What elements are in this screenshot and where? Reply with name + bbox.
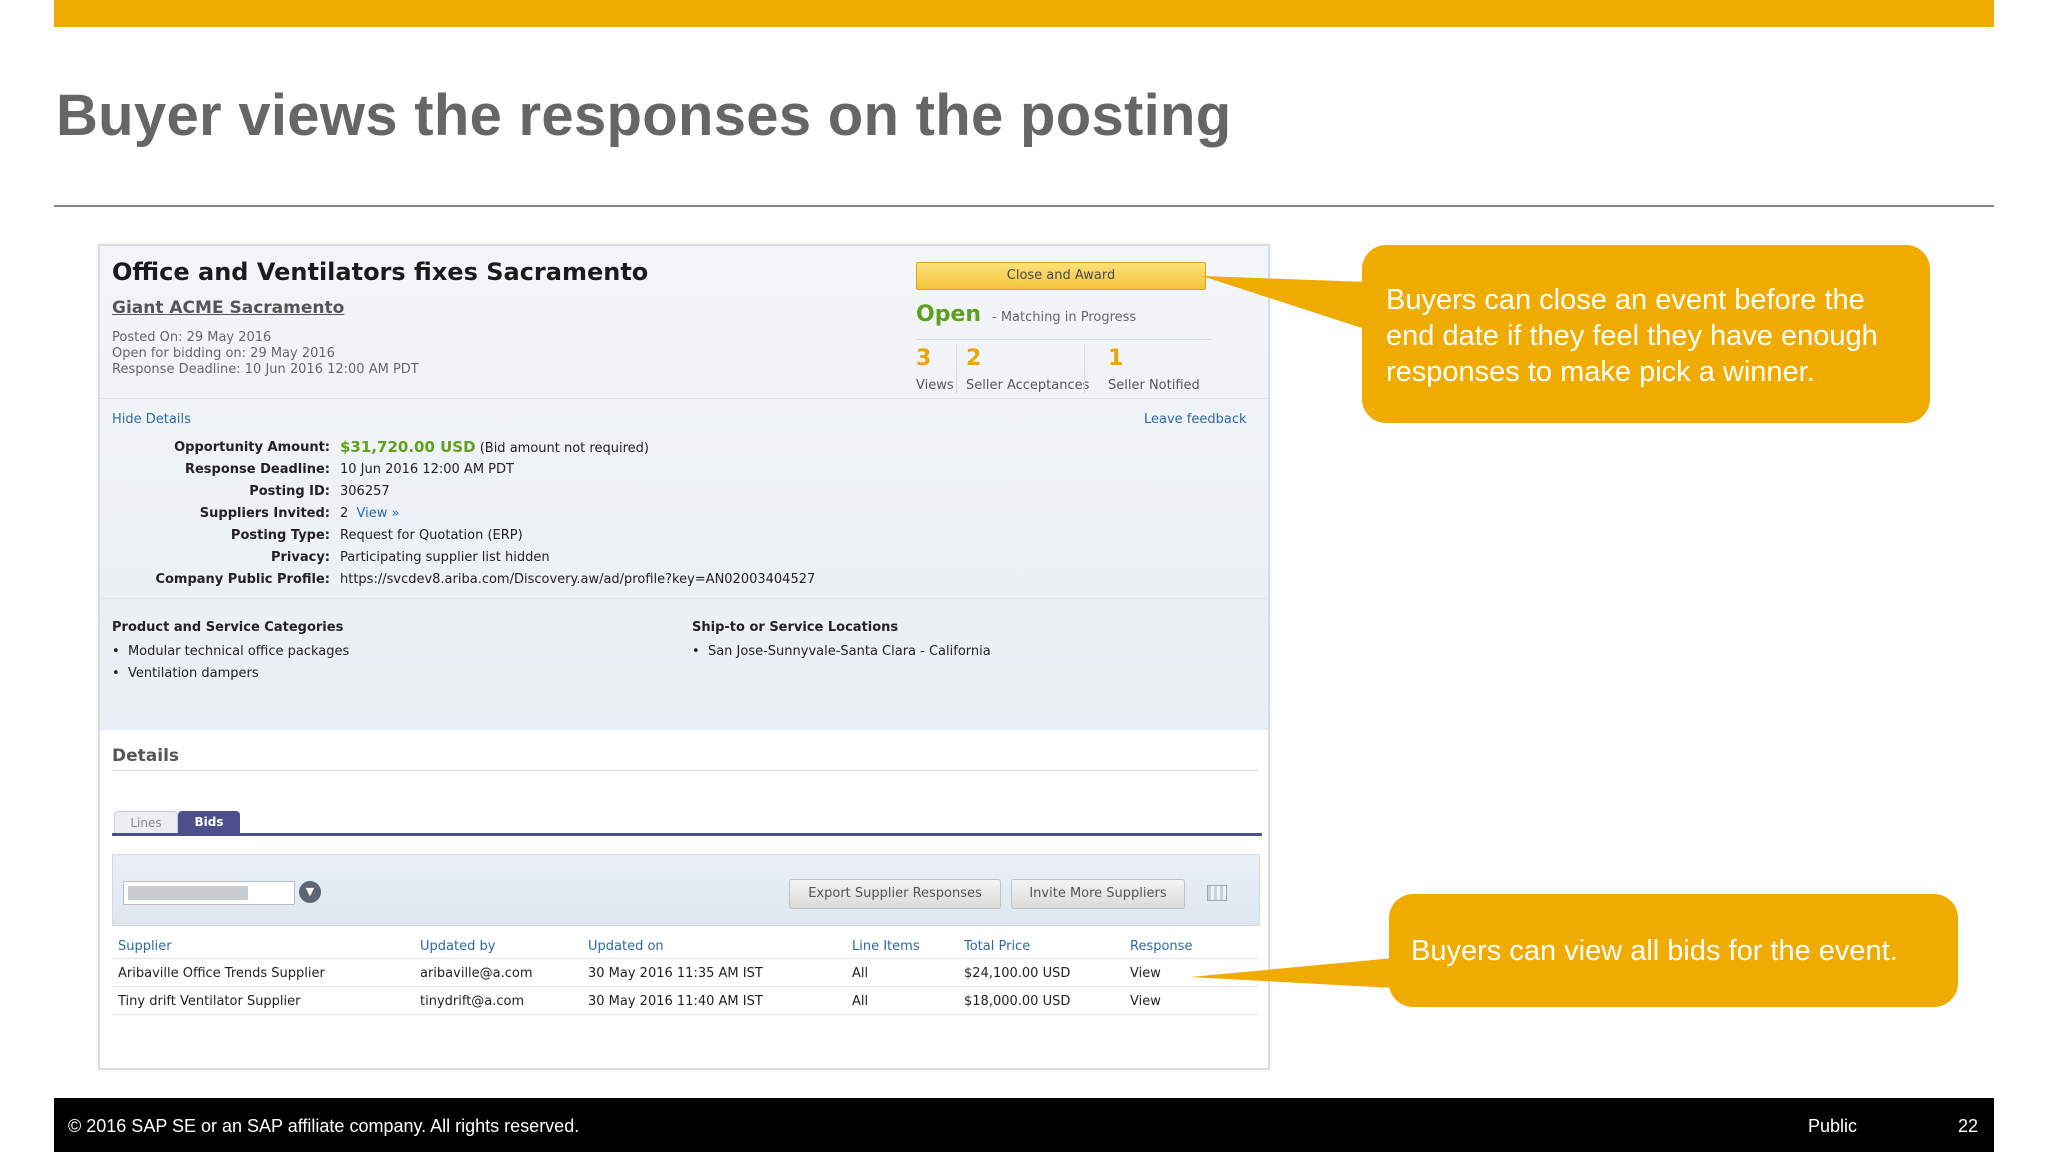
page-number: 22 <box>1958 1116 1979 1136</box>
callout-view-bids-text: Buyers can view all bids for the event. <box>1411 935 1898 967</box>
callout-close-event: Buyers can close an event before the end… <box>1362 245 1930 423</box>
callout-close-event-text: Buyers can close an event before the end… <box>1386 284 1878 388</box>
callout-pointer-bids <box>1190 958 1394 988</box>
callout-pointer-close-award <box>1202 276 1368 330</box>
copyright-text: © 2016 SAP SE or an SAP affiliate compan… <box>68 1116 580 1136</box>
slide-footer: © 2016 SAP SE or an SAP affiliate compan… <box>54 1098 1994 1152</box>
classification-label: Public <box>1808 1116 1858 1136</box>
callout-view-bids: Buyers can view all bids for the event. <box>1389 894 1958 1007</box>
